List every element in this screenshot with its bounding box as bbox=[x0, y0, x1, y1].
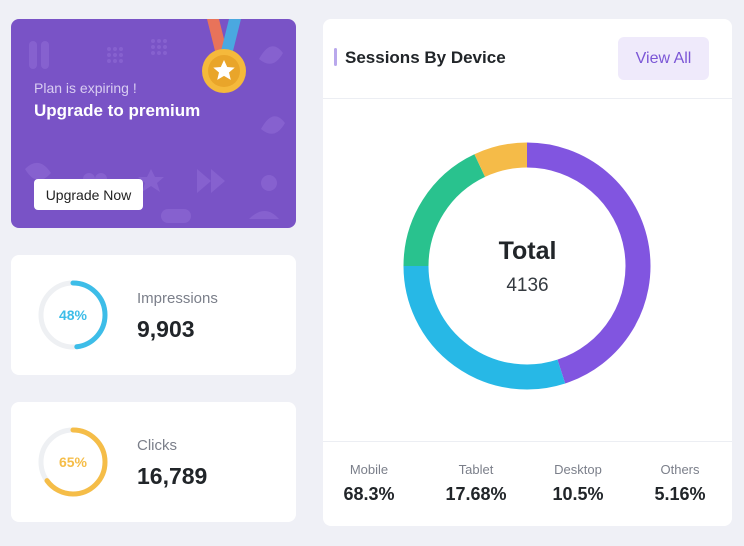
legend-name: Desktop bbox=[554, 462, 602, 477]
legend-item-others: Others 5.16% bbox=[630, 462, 730, 505]
clicks-label: Clicks bbox=[137, 437, 177, 454]
upgrade-promo-card: Plan is expiring ! Upgrade to premium Up… bbox=[11, 19, 296, 228]
clicks-value: 16,789 bbox=[137, 463, 208, 489]
legend-item-mobile: Mobile 68.3% bbox=[319, 462, 419, 505]
legend-name: Mobile bbox=[349, 462, 389, 477]
impressions-card: 48% Impressions 9,903 bbox=[11, 255, 296, 375]
legend-item-tablet: Tablet 17.68% bbox=[426, 462, 526, 505]
donut-total-label: Total bbox=[498, 237, 557, 265]
promo-title: Upgrade to premium bbox=[34, 101, 201, 120]
legend-name: Others bbox=[660, 462, 700, 477]
legend-divider bbox=[323, 441, 732, 442]
clicks-card: 65% Clicks 16,789 bbox=[11, 402, 296, 522]
view-all-button[interactable]: View All bbox=[618, 37, 709, 80]
donut-total-value: 4136 bbox=[506, 275, 549, 296]
impressions-value: 9,903 bbox=[137, 316, 195, 342]
legend-value: 10.5% bbox=[552, 484, 604, 504]
medal-icon bbox=[202, 19, 246, 93]
sessions-title: Sessions By Device bbox=[345, 48, 506, 67]
sessions-donut-chart bbox=[403, 142, 651, 390]
legend-value: 68.3% bbox=[343, 484, 395, 504]
sessions-by-device-card: Sessions By Device View All Total 4136 M… bbox=[323, 19, 732, 526]
legend-item-desktop: Desktop 10.5% bbox=[528, 462, 628, 505]
legend-value: 17.68% bbox=[445, 484, 507, 504]
upgrade-now-button[interactable]: Upgrade Now bbox=[34, 179, 143, 210]
legend-value: 5.16% bbox=[654, 484, 706, 504]
legend-name: Tablet bbox=[458, 462, 494, 477]
donut-slice-others bbox=[474, 142, 528, 178]
clicks-percent: 65% bbox=[58, 454, 88, 470]
title-accent-bar bbox=[334, 48, 337, 66]
header-divider bbox=[323, 98, 732, 99]
impressions-percent: 48% bbox=[58, 307, 88, 323]
promo-subtitle: Plan is expiring ! bbox=[34, 80, 137, 96]
impressions-label: Impressions bbox=[137, 290, 218, 307]
